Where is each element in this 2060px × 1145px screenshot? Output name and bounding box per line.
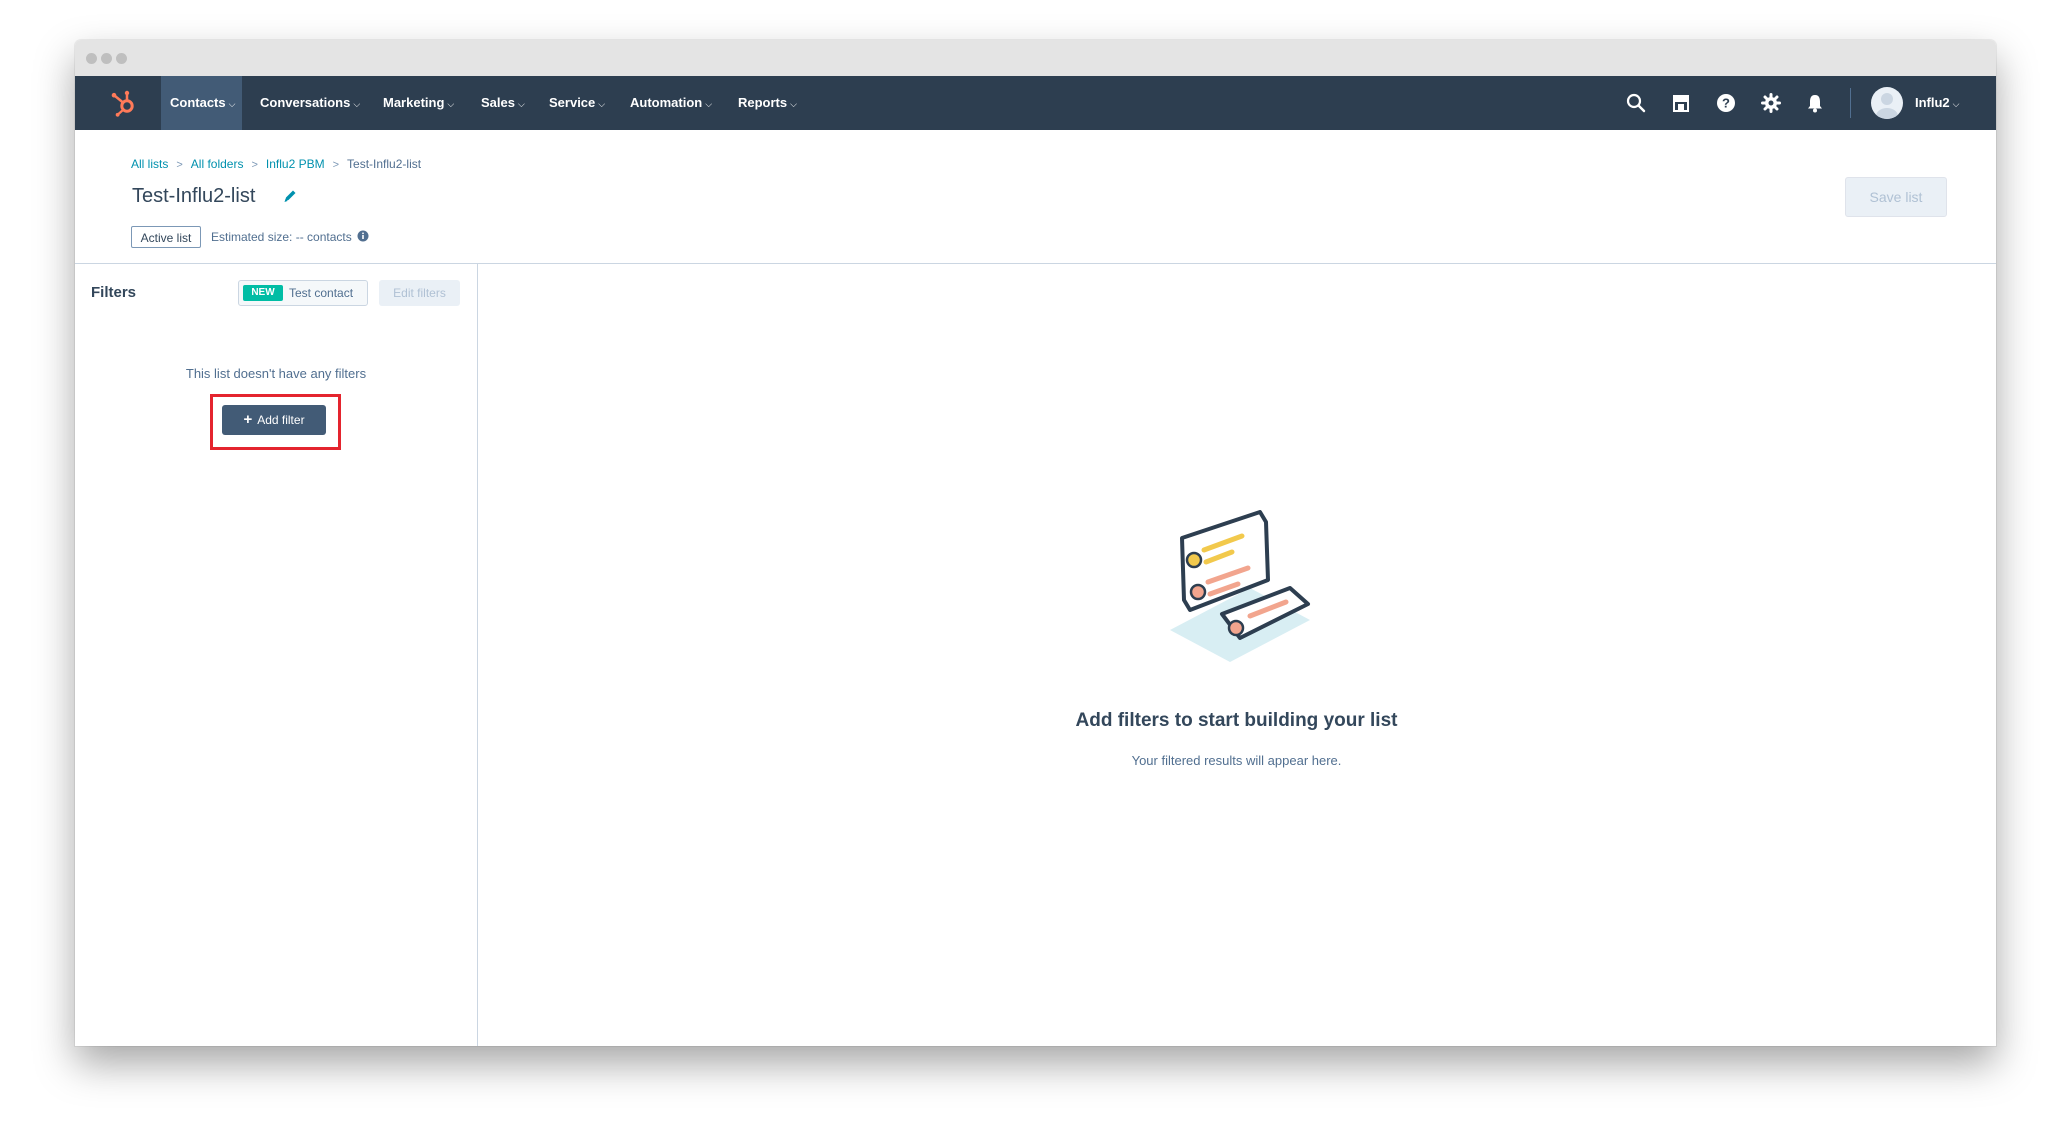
edit-pencil-icon[interactable]: [282, 188, 298, 204]
estimated-size: Estimated size: -- contacts: [211, 230, 352, 244]
chevron-down-icon: ⌵: [517, 99, 525, 109]
status-badge: Active list: [131, 226, 201, 248]
hubspot-logo-icon[interactable]: [109, 88, 139, 118]
window-zoom-dot[interactable]: [116, 53, 127, 64]
nav-automation[interactable]: Automation ⌵: [630, 76, 712, 130]
marketplace-icon[interactable]: [1670, 92, 1692, 114]
svg-text:?: ?: [1722, 96, 1730, 111]
breadcrumb-separator-icon: >: [332, 159, 340, 171]
breadcrumb-current: Test-Influ2-list: [347, 157, 422, 171]
browser-window: Contacts ⌵ Conversations ⌵ Marketing ⌵ Sale…: [75, 40, 1996, 1046]
save-list-button[interactable]: Save list: [1845, 177, 1947, 217]
nav-marketing[interactable]: Marketing ⌵: [383, 76, 454, 130]
search-icon[interactable]: [1625, 92, 1647, 114]
nav-service[interactable]: Service ⌵: [549, 76, 605, 130]
nav-sales[interactable]: Sales ⌵: [481, 76, 525, 130]
filters-title: Filters: [91, 284, 137, 301]
chevron-down-icon: ⌵: [790, 99, 797, 109]
nav-conversations[interactable]: Conversations ⌵: [260, 76, 360, 130]
chevron-down-icon: ⌵: [598, 99, 606, 109]
window-titlebar: [75, 40, 1996, 76]
breadcrumb-separator-icon: >: [251, 159, 258, 171]
page-title: Test-Influ2-list: [132, 185, 256, 207]
chevron-down-icon: ⌵: [705, 99, 713, 109]
edit-filters-button[interactable]: Edit filters: [379, 280, 460, 306]
account-menu[interactable]: Influ2 ⌵: [1915, 76, 1960, 130]
nav-reports[interactable]: Reports ⌵: [738, 76, 797, 130]
info-icon[interactable]: [357, 230, 369, 242]
filter-list-illustration: [1170, 510, 1310, 662]
notifications-icon[interactable]: [1804, 92, 1826, 114]
window-close-dot[interactable]: [86, 53, 97, 64]
chevron-down-icon: ⌵: [447, 99, 455, 109]
test-contact-label: Test contact: [289, 286, 354, 300]
chevron-down-icon: ⌵: [228, 99, 236, 109]
user-avatar-icon: [1876, 93, 1898, 119]
plus-icon: +: [243, 411, 253, 428]
empty-state-subtitle: Your filtered results will appear here.: [1131, 753, 1342, 768]
filters-panel: Filters NEW Test contact Edit filters Th…: [75, 264, 478, 1046]
no-filters-text: This list doesn't have any filters: [185, 366, 367, 381]
add-filter-button[interactable]: + Add filter: [222, 405, 326, 435]
chevron-down-icon: ⌵: [1952, 99, 1960, 109]
breadcrumb-separator-icon: >: [176, 159, 183, 171]
avatar[interactable]: [1871, 87, 1903, 119]
new-badge: NEW: [243, 285, 283, 301]
nav-divider: [1850, 88, 1851, 118]
breadcrumb-folder[interactable]: Influ2 PBM: [266, 157, 325, 171]
top-nav: Contacts ⌵ Conversations ⌵ Marketing ⌵ Sale…: [75, 76, 1996, 130]
list-header: All lists > All folders > Influ2 PBM > Test-In…: [75, 130, 1996, 264]
test-contact-button[interactable]: NEW Test contact: [238, 280, 368, 306]
chevron-down-icon: ⌵: [353, 99, 361, 109]
breadcrumb: All lists > All folders > Influ2 PBM > Test-In…: [131, 157, 421, 171]
empty-state-title: Add filters to start building your list: [1075, 710, 1398, 731]
help-icon[interactable]: ?: [1715, 92, 1737, 114]
breadcrumb-all-lists[interactable]: All lists: [131, 157, 168, 171]
window-minimize-dot[interactable]: [101, 53, 112, 64]
breadcrumb-all-folders[interactable]: All folders: [191, 157, 244, 171]
nav-contacts[interactable]: Contacts ⌵: [161, 76, 242, 130]
settings-icon[interactable]: [1760, 92, 1782, 114]
